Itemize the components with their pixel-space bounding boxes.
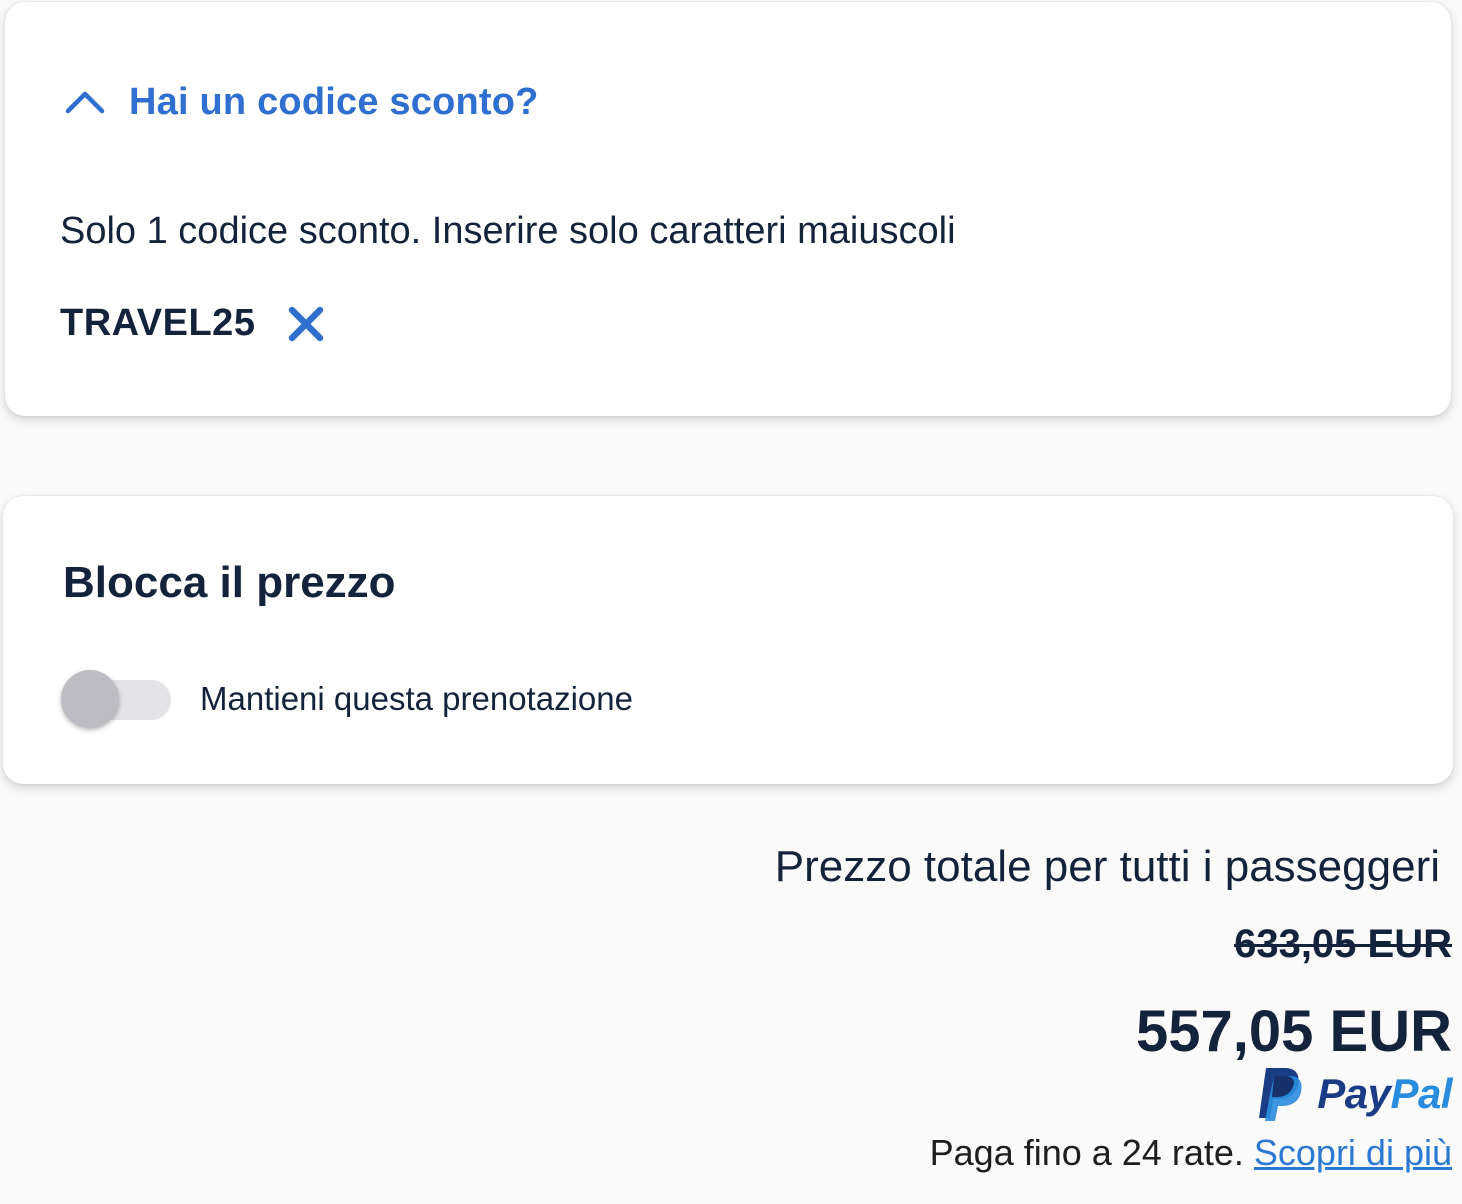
- learn-more-link[interactable]: Scopri di più: [1254, 1132, 1452, 1173]
- original-price: 633,05 EUR: [1234, 922, 1452, 966]
- paypal-wordmark: PayPal: [1317, 1070, 1452, 1118]
- installments-info: Paga fino a 24 rate. Scopri di più: [930, 1132, 1452, 1174]
- installments-text: Paga fino a 24 rate.: [929, 1132, 1244, 1173]
- discount-code-toggle[interactable]: Hai un codice sconto?: [63, 80, 539, 124]
- price-lock-toggle-label: Mantieni questa prenotazione: [200, 680, 633, 717]
- paypal-icon: [1257, 1066, 1303, 1122]
- price-lock-toggle-row: Mantieni questa prenotazione: [61, 668, 633, 730]
- price-lock-switch[interactable]: [61, 668, 173, 730]
- switch-knob: [61, 670, 119, 728]
- close-icon: [289, 306, 324, 341]
- paypal-logo: PayPal: [1257, 1066, 1452, 1122]
- paypal-wordmark-pal: Pal: [1390, 1070, 1452, 1117]
- remove-discount-code-button[interactable]: [285, 303, 327, 345]
- discount-code-hint: Solo 1 codice sconto. Inserire solo cara…: [60, 210, 956, 252]
- total-price-label: Prezzo totale per tutti i passeggeri: [774, 842, 1440, 891]
- discount-code-value: TRAVEL25: [60, 302, 256, 344]
- applied-discount-code: TRAVEL25: [60, 302, 327, 345]
- paypal-wordmark-pay: Pay: [1317, 1070, 1391, 1117]
- chevron-up-icon: [63, 80, 107, 124]
- discount-code-title: Hai un codice sconto?: [129, 80, 539, 123]
- price-lock-card: Blocca il prezzo Mantieni questa prenota…: [3, 496, 1453, 784]
- discount-code-card: Hai un codice sconto? Solo 1 codice scon…: [5, 2, 1451, 416]
- price-lock-title: Blocca il prezzo: [63, 558, 396, 607]
- final-price: 557,05 EUR: [1136, 999, 1452, 1064]
